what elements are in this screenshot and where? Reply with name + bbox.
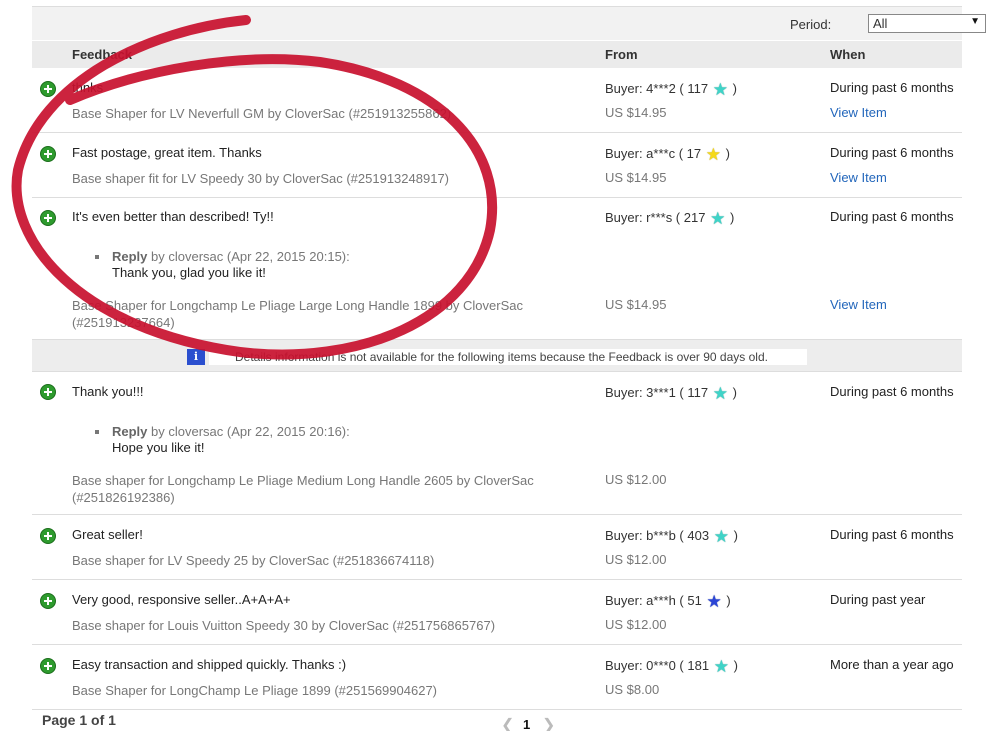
star-icon: ★ xyxy=(705,145,721,164)
item-title: Base Shaper for Longchamp Le Pliage Larg… xyxy=(72,298,523,330)
item-title: Base Shaper for LV Neverfull GM by Clove… xyxy=(72,106,452,121)
feedback-row: Great seller! Base shaper for LV Speedy … xyxy=(32,515,962,580)
dropdown-arrow-icon: ▼ xyxy=(970,16,980,27)
feedback-when: During past 6 months xyxy=(830,527,954,542)
column-header: Feedback From When xyxy=(32,41,962,68)
feedback-comment: thnks xyxy=(72,80,104,95)
buyer-close: ) xyxy=(729,210,735,225)
old-feedback-notice: i Details information is not available f… xyxy=(32,340,962,372)
feedback-row: Thank you!!! Reply by cloversac (Apr 22,… xyxy=(32,372,962,515)
feedback-comment: It's even better than described! Ty!! xyxy=(72,209,274,224)
next-page-icon[interactable]: ❯ xyxy=(542,715,555,731)
star-icon: ★ xyxy=(710,209,726,228)
feedback-row: thnks Base Shaper for LV Neverfull GM by… xyxy=(32,68,962,133)
item-price: US $12.00 xyxy=(605,472,667,487)
reply-bullet xyxy=(95,430,99,434)
feedback-row: It's even better than described! Ty!! Re… xyxy=(32,198,962,340)
item-title: Base Shaper for LongChamp Le Pliage 1899… xyxy=(72,683,437,698)
buyer-text: Buyer: r***s ( 217 xyxy=(605,210,706,225)
feedback-comment: Fast postage, great item. Thanks xyxy=(72,145,262,160)
page-number-link[interactable]: 1 xyxy=(523,717,530,731)
reply-meta: by cloversac (Apr 22, 2015 20:16): xyxy=(147,424,350,439)
buyer-text: Buyer: b***b ( 403 xyxy=(605,528,710,543)
item-price: US $14.95 xyxy=(605,297,667,312)
positive-feedback-icon xyxy=(40,658,56,674)
buyer-close: ) xyxy=(726,593,731,608)
positive-feedback-icon xyxy=(40,384,56,400)
item-title: Base shaper for Longchamp Le Pliage Medi… xyxy=(72,473,534,505)
column-feedback: Feedback xyxy=(72,47,132,62)
buyer-info: Buyer: 0***0 ( 181 ★ ) xyxy=(605,657,738,677)
column-from: From xyxy=(605,47,638,62)
buyer-info: Buyer: 3***1 ( 117 ★ ) xyxy=(605,384,737,404)
notice-text: Details information is not available for… xyxy=(209,349,807,365)
star-icon: ★ xyxy=(706,592,722,611)
feedback-row: Fast postage, great item. Thanks Base sh… xyxy=(32,133,962,198)
star-icon: ★ xyxy=(712,384,728,403)
reply-bullet xyxy=(95,255,99,259)
positive-feedback-icon xyxy=(40,528,56,544)
feedback-comment: Easy transaction and shipped quickly. Th… xyxy=(72,657,347,672)
column-when: When xyxy=(830,47,866,62)
period-selected-value: All xyxy=(873,16,888,31)
feedback-when: More than a year ago xyxy=(830,657,954,672)
feedback-when: During past 6 months xyxy=(830,80,954,95)
item-title: Base shaper for Louis Vuitton Speedy 30 … xyxy=(72,618,496,633)
period-select[interactable]: All ▼ xyxy=(868,14,986,33)
buyer-text: Buyer: 3***1 ( 117 xyxy=(605,385,709,400)
period-label: Period: xyxy=(790,17,832,32)
seller-reply: Reply by cloversac (Apr 22, 2015 20:16):… xyxy=(95,424,350,456)
reply-text: Thank you, glad you like it! xyxy=(112,265,266,280)
reply-label: Reply xyxy=(112,424,148,439)
feedback-when: During past year xyxy=(830,592,926,607)
buyer-close: ) xyxy=(733,528,738,543)
buyer-text: Buyer: 0***0 ( 181 xyxy=(605,658,710,673)
buyer-info: Buyer: b***b ( 403 ★ ) xyxy=(605,527,738,547)
info-icon: i xyxy=(187,349,205,365)
seller-reply: Reply by cloversac (Apr 22, 2015 20:15):… xyxy=(95,249,350,281)
feedback-comment: Very good, responsive seller..A+A+A+ xyxy=(72,592,291,607)
buyer-close: ) xyxy=(732,385,737,400)
star-icon: ★ xyxy=(713,657,729,676)
positive-feedback-icon xyxy=(40,210,56,226)
reply-meta: by cloversac (Apr 22, 2015 20:15): xyxy=(147,249,350,264)
item-title: Base shaper for LV Speedy 25 by CloverSa… xyxy=(72,553,435,568)
buyer-text: Buyer: a***h ( 51 xyxy=(605,593,702,608)
period-bar: Period: All ▼ xyxy=(32,6,986,40)
buyer-info: Buyer: r***s ( 217 ★ ) xyxy=(605,209,734,229)
item-price: US $14.95 xyxy=(605,170,667,185)
star-icon: ★ xyxy=(712,80,728,99)
view-item-link[interactable]: View Item xyxy=(830,297,887,312)
buyer-close: ) xyxy=(732,81,737,96)
feedback-when: During past 6 months xyxy=(830,209,954,224)
positive-feedback-icon xyxy=(40,593,56,609)
feedback-row: Very good, responsive seller..A+A+A+ Bas… xyxy=(32,580,962,645)
view-item-link[interactable]: View Item xyxy=(830,170,887,185)
feedback-comment: Great seller! xyxy=(72,527,143,542)
feedback-when: During past 6 months xyxy=(830,384,954,399)
buyer-close: ) xyxy=(733,658,738,673)
buyer-text: Buyer: 4***2 ( 117 xyxy=(605,81,709,96)
reply-text: Hope you like it! xyxy=(112,440,205,455)
buyer-info: Buyer: a***c ( 17 ★ ) xyxy=(605,145,730,165)
buyer-close: ) xyxy=(725,146,730,161)
item-title: Base shaper fit for LV Speedy 30 by Clov… xyxy=(72,171,449,186)
feedback-comment: Thank you!!! xyxy=(72,384,144,399)
page-indicator: Page 1 of 1 xyxy=(42,712,116,728)
buyer-info: Buyer: 4***2 ( 117 ★ ) xyxy=(605,80,737,100)
buyer-text: Buyer: a***c ( 17 xyxy=(605,146,702,161)
positive-feedback-icon xyxy=(40,146,56,162)
star-icon: ★ xyxy=(713,527,729,546)
item-price: US $14.95 xyxy=(605,105,667,120)
item-price: US $12.00 xyxy=(605,617,667,632)
reply-label: Reply xyxy=(112,249,148,264)
buyer-info: Buyer: a***h ( 51 ★ ) xyxy=(605,592,731,612)
item-price: US $8.00 xyxy=(605,682,660,697)
positive-feedback-icon xyxy=(40,81,56,97)
item-price: US $12.00 xyxy=(605,552,667,567)
feedback-when: During past 6 months xyxy=(830,145,954,160)
view-item-link[interactable]: View Item xyxy=(830,105,887,120)
feedback-row: Easy transaction and shipped quickly. Th… xyxy=(32,645,962,710)
prev-page-icon[interactable]: ❮ xyxy=(501,715,514,731)
